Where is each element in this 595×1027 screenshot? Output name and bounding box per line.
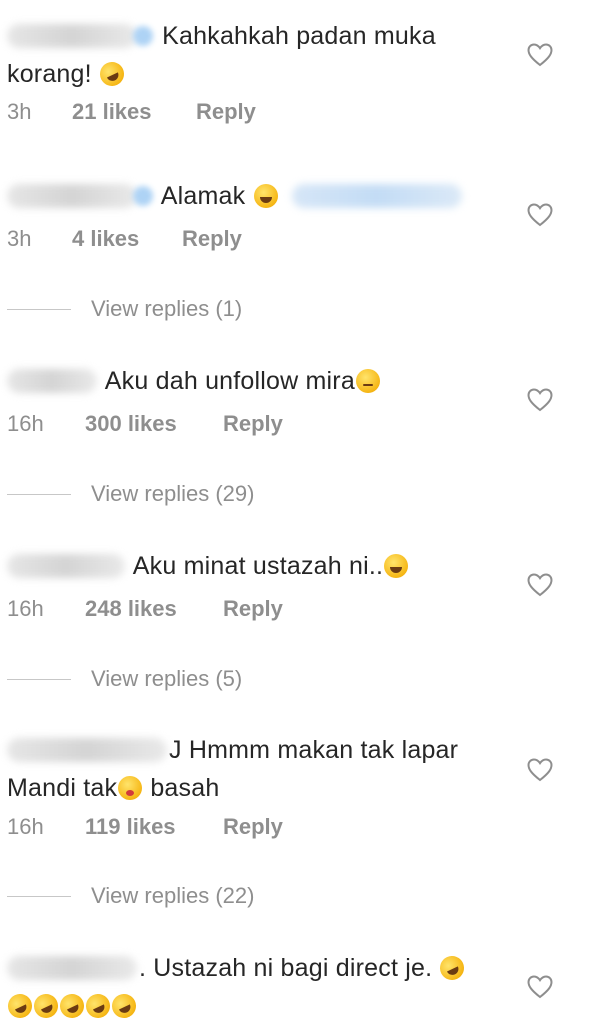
blurred-username	[7, 184, 137, 208]
heart-outline-icon[interactable]	[527, 43, 553, 67]
timestamp: 3h	[7, 226, 32, 251]
grinning-squinting-tears-emoji	[253, 184, 278, 208]
replies-divider	[7, 679, 71, 680]
rolling-on-floor-laughing-emoji	[108, 990, 140, 1022]
grinning-squinting-tears-emoji	[384, 554, 409, 578]
blurred-username	[7, 369, 97, 393]
comment-text: Aku dah unfollow mira	[7, 362, 497, 400]
pensive-face-emoji	[355, 369, 380, 393]
likes-count[interactable]: 119 likes	[85, 812, 176, 842]
blurred-mention	[291, 184, 462, 208]
rolling-on-floor-laughing-emoji	[4, 990, 36, 1022]
reply-button[interactable]: Reply	[223, 812, 283, 842]
likes-count[interactable]: 4 likes	[72, 224, 139, 254]
rolling-on-floor-laughing-emoji	[56, 990, 88, 1022]
reply-button[interactable]: Reply	[182, 224, 242, 254]
comment-text: Aku minat ustazah ni..	[7, 547, 497, 585]
blurred-username	[7, 738, 167, 762]
timestamp: 16h	[7, 596, 44, 621]
likes-count[interactable]: 300 likes	[85, 409, 177, 439]
replies-divider	[7, 494, 71, 495]
view-replies-label[interactable]: View replies (29)	[91, 479, 254, 509]
comment-text: J Hmmm makan tak lapar Mandi tak basah	[7, 736, 459, 802]
rolling-on-floor-laughing-emoji	[82, 990, 114, 1022]
verified-badge-blurred	[133, 26, 153, 46]
heart-outline-icon[interactable]	[527, 975, 553, 999]
replies-divider	[7, 309, 71, 310]
rolling-on-floor-laughing-emoji	[96, 58, 128, 90]
timestamp: 16h	[7, 814, 44, 839]
timestamp: 3h	[7, 99, 32, 124]
comment-text: Alamak	[7, 177, 497, 215]
timestamp: 16h	[7, 411, 44, 436]
rolling-on-floor-laughing-emoji	[30, 990, 62, 1022]
rolling-on-floor-laughing-emoji	[436, 952, 469, 984]
heart-outline-icon[interactable]	[527, 203, 553, 227]
reply-button[interactable]: Reply	[223, 594, 283, 624]
likes-count[interactable]: 248 likes	[85, 594, 177, 624]
blurred-username	[7, 956, 137, 980]
likes-count[interactable]: 21 likes	[72, 97, 152, 127]
view-replies-label[interactable]: View replies (1)	[91, 294, 242, 324]
comment-text: . Ustazah ni bagi direct je.	[4, 949, 497, 1025]
replies-divider	[7, 896, 71, 897]
comment-text: Kahkahkah padan muka korang!	[7, 22, 436, 90]
drooling-face-emoji	[118, 776, 143, 800]
view-replies-label[interactable]: View replies (5)	[91, 664, 242, 694]
heart-outline-icon[interactable]	[527, 758, 553, 782]
reply-button[interactable]: Reply	[196, 97, 256, 127]
heart-outline-icon[interactable]	[527, 573, 553, 597]
verified-badge-blurred	[133, 186, 153, 206]
reply-button[interactable]: Reply	[223, 409, 283, 439]
blurred-username	[7, 24, 137, 48]
view-replies-label[interactable]: View replies (22)	[91, 881, 254, 911]
blurred-username	[7, 554, 125, 578]
heart-outline-icon[interactable]	[527, 388, 553, 412]
